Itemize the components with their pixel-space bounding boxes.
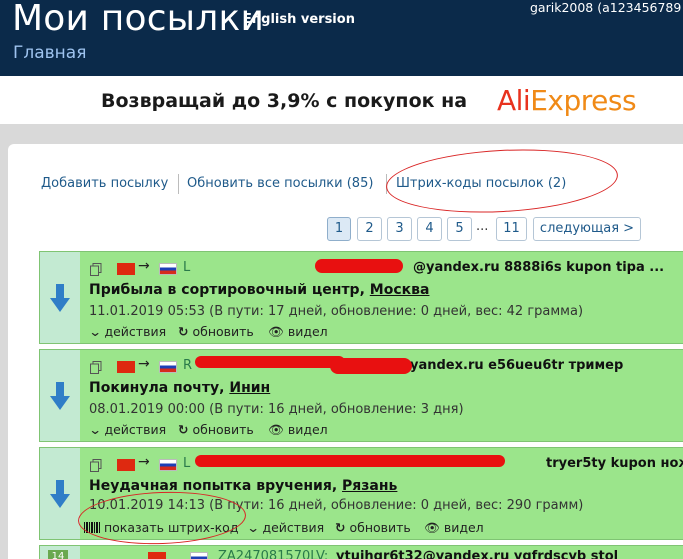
chevron-down-icon: ⌄ bbox=[88, 422, 103, 437]
expand-arrow-icon[interactable] bbox=[50, 382, 70, 412]
refresh-label: обновить bbox=[192, 324, 254, 339]
page-button-11[interactable]: 11 bbox=[496, 217, 527, 241]
parcel-description: @yandex.ru 8888i6s kupon tipa ... bbox=[413, 260, 665, 275]
copy-icon[interactable] bbox=[90, 263, 102, 276]
parcel-card[interactable]: ZA247081570LV: ytujhgr6t32@yandex.ru ygf… bbox=[39, 545, 683, 559]
refresh-icon: ↻ bbox=[178, 324, 189, 339]
china-flag-icon bbox=[117, 459, 135, 471]
expand-arrow-icon[interactable] bbox=[50, 480, 70, 510]
china-flag-icon bbox=[148, 552, 166, 559]
russia-flag-icon bbox=[159, 361, 177, 373]
actions-dropdown[interactable]: ⌄ действия bbox=[88, 422, 167, 437]
refresh-label: обновить bbox=[349, 520, 411, 535]
chevron-down-icon: ⌄ bbox=[88, 324, 103, 339]
china-flag-icon bbox=[117, 263, 135, 275]
actions-dropdown[interactable]: ⌄ действия bbox=[88, 324, 167, 339]
redaction-mark bbox=[195, 455, 505, 467]
status-text: Покинула почту, bbox=[89, 380, 225, 396]
parcel-status: Неудачная попытка вручения, Рязань bbox=[89, 478, 397, 494]
page-button-3[interactable]: 3 bbox=[387, 217, 412, 241]
home-breadcrumb-link[interactable]: Главная bbox=[13, 43, 86, 63]
parcel-meta: 11.01.2019 05:53 (В пути: 17 дней, обнов… bbox=[89, 304, 584, 319]
route-arrow: → bbox=[138, 454, 150, 470]
actions-label: действия bbox=[262, 520, 325, 535]
refresh-icon: ↻ bbox=[178, 422, 189, 437]
route-arrow: → bbox=[138, 356, 150, 372]
refresh-button[interactable]: ↻ обновить bbox=[335, 520, 411, 535]
actions-dropdown[interactable]: ⌄ действия bbox=[246, 520, 325, 535]
redaction-mark bbox=[195, 356, 345, 368]
russia-flag-icon bbox=[159, 459, 177, 471]
add-parcel-link[interactable]: Добавить посылку bbox=[41, 176, 168, 191]
status-text: Неудачная попытка вручения, bbox=[89, 478, 338, 494]
count-badge: 14 bbox=[48, 550, 68, 559]
seen-label: видел bbox=[287, 324, 328, 339]
tracking-number[interactable]: L bbox=[183, 260, 190, 275]
aliexpress-logo[interactable]: AliExpress bbox=[497, 84, 637, 117]
seen-button[interactable]: 👁 видел bbox=[268, 324, 328, 340]
tracking-number[interactable]: L bbox=[183, 456, 190, 471]
actions-label: действия bbox=[104, 324, 167, 339]
parcel-body: ZA247081570LV: ytujhgr6t32@yandex.ru ygf… bbox=[80, 546, 683, 559]
chevron-down-icon: ⌄ bbox=[246, 520, 261, 535]
seen-label: видел bbox=[443, 520, 484, 535]
tracking-number[interactable]: ZA247081570LV: bbox=[218, 549, 328, 559]
logo-ali: Ali bbox=[497, 84, 531, 117]
page-button-1[interactable]: 1 bbox=[327, 217, 351, 241]
redaction-mark bbox=[330, 358, 412, 374]
status-text: Прибыла в сортировочный центр, bbox=[89, 282, 365, 298]
link-separator bbox=[178, 174, 179, 194]
page-button-4[interactable]: 4 bbox=[417, 217, 442, 241]
parcel-description: ytujhgr6t32@yandex.ru ygfrdscvb stol bbox=[336, 549, 619, 559]
refresh-button[interactable]: ↻ обновить bbox=[178, 422, 254, 437]
russia-flag-icon bbox=[159, 263, 177, 275]
status-city: Рязань bbox=[342, 478, 398, 494]
refresh-icon: ↻ bbox=[335, 520, 346, 535]
seen-button[interactable]: 👁 видел bbox=[424, 520, 484, 536]
russia-flag-icon bbox=[190, 552, 208, 559]
page-button-2[interactable]: 2 bbox=[357, 217, 382, 241]
next-page-button[interactable]: следующая > bbox=[533, 217, 641, 241]
parcel-description: tryer5ty kupon ножни bbox=[546, 456, 683, 471]
eye-icon: 👁 bbox=[268, 422, 284, 437]
parcel-status: Прибыла в сортировочный центр, Москва bbox=[89, 282, 429, 298]
actions-label: действия bbox=[104, 422, 167, 437]
page-button-5[interactable]: 5 bbox=[447, 217, 472, 241]
copy-icon[interactable] bbox=[90, 361, 102, 374]
promo-banner-text[interactable]: Возвращай до 3,9% с покупок на bbox=[101, 90, 467, 112]
tracking-number[interactable]: R bbox=[183, 358, 192, 373]
user-account-label[interactable]: garik2008 (a123456789 bbox=[530, 0, 681, 15]
china-flag-icon bbox=[117, 361, 135, 373]
route-arrow: → bbox=[138, 258, 150, 274]
copy-icon[interactable] bbox=[90, 459, 102, 472]
redaction-mark bbox=[315, 259, 403, 273]
seen-label: видел bbox=[287, 422, 328, 437]
refresh-all-link[interactable]: Обновить все посылки (85) bbox=[187, 176, 373, 191]
refresh-button[interactable]: ↻ обновить bbox=[178, 324, 254, 339]
eye-icon: 👁 bbox=[424, 520, 440, 535]
expand-arrow-icon[interactable] bbox=[50, 284, 70, 314]
app-title[interactable]: Мои посылки bbox=[12, 0, 264, 39]
eye-icon: 👁 bbox=[268, 324, 284, 339]
logo-express: Express bbox=[530, 84, 637, 117]
status-city: Москва bbox=[369, 282, 430, 298]
seen-button[interactable]: 👁 видел bbox=[268, 422, 328, 438]
english-version-link[interactable]: English version bbox=[243, 12, 355, 27]
refresh-label: обновить bbox=[192, 422, 254, 437]
pagination-ellipsis: ... bbox=[476, 219, 489, 234]
status-city: Инин bbox=[229, 380, 271, 396]
parcel-status: Покинула почту, Инин bbox=[89, 380, 270, 396]
parcel-meta: 08.01.2019 00:00 (В пути: 16 дней, обнов… bbox=[89, 402, 464, 417]
parcel-description: @yandex.ru e56ueu6tr тример bbox=[397, 358, 624, 373]
